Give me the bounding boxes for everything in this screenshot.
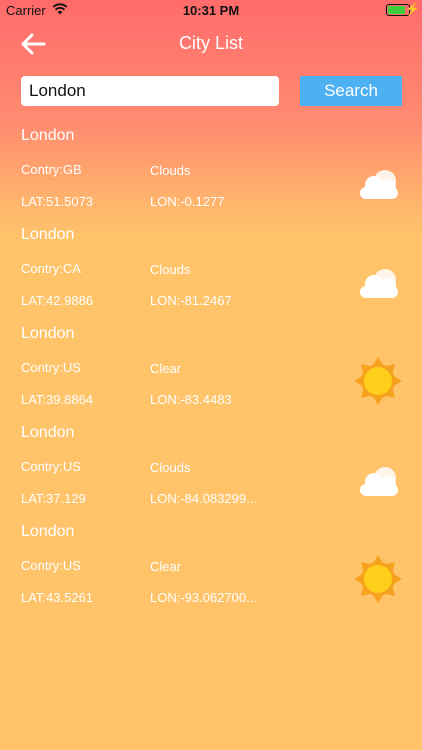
search-input[interactable]	[21, 76, 279, 106]
city-row[interactable]: London Contry:US Clear LAT:43.5261 LON:-…	[0, 518, 422, 617]
city-weather: Clouds	[150, 163, 191, 178]
city-row[interactable]: London Contry:CA Clouds LAT:42.9886 LON:…	[0, 221, 422, 320]
city-row[interactable]: London Contry:GB Clouds LAT:51.5073 LON:…	[0, 122, 422, 221]
charging-icon: ⚡	[405, 2, 420, 16]
city-name: London	[21, 325, 75, 342]
city-country: Contry:US	[21, 558, 81, 573]
city-lat: LAT:42.9886	[21, 293, 94, 308]
search-button[interactable]: Search	[300, 76, 402, 106]
cloud-icon	[352, 454, 404, 506]
city-name: London	[21, 226, 75, 243]
city-lon: LON:-84.083299...	[150, 491, 257, 506]
city-name: London	[21, 127, 75, 144]
cloud-icon	[352, 256, 404, 308]
navigation-bar: City List	[0, 22, 422, 66]
city-lat: LAT:39.8864	[21, 392, 94, 407]
sun-icon	[352, 355, 404, 407]
cloud-icon	[352, 157, 404, 209]
city-row[interactable]: London Contry:US Clear LAT:39.8864 LON:-…	[0, 320, 422, 419]
city-name: London	[21, 424, 75, 441]
city-list: London Contry:GB Clouds LAT:51.5073 LON:…	[0, 122, 422, 617]
city-country: Contry:US	[21, 459, 81, 474]
page-title: City List	[178, 33, 243, 53]
city-lat: LAT:51.5073	[21, 194, 94, 209]
city-weather: Clouds	[150, 262, 191, 277]
city-lon: LON:-83.4483	[150, 392, 232, 407]
city-lon: LON:-81.2467	[150, 293, 232, 308]
city-weather: Clouds	[150, 460, 191, 475]
city-weather: Clear	[150, 361, 182, 376]
city-country: Contry:GB	[21, 162, 82, 177]
city-lon: LON:-0.1277	[150, 194, 225, 209]
city-lat: LAT:43.5261	[21, 590, 94, 605]
city-country: Contry:CA	[21, 261, 81, 276]
city-row[interactable]: London Contry:US Clouds LAT:37.129 LON:-…	[0, 419, 422, 518]
city-country: Contry:US	[21, 360, 81, 375]
city-name: London	[21, 523, 75, 540]
city-lon: LON:-93.062700...	[150, 590, 257, 605]
sun-icon	[352, 553, 404, 605]
city-lat: LAT:37.129	[21, 491, 86, 506]
city-weather: Clear	[150, 559, 182, 574]
status-time: 10:31 PM	[182, 3, 240, 18]
status-bar: Carrier 10:31 PM ⚡	[0, 0, 422, 22]
